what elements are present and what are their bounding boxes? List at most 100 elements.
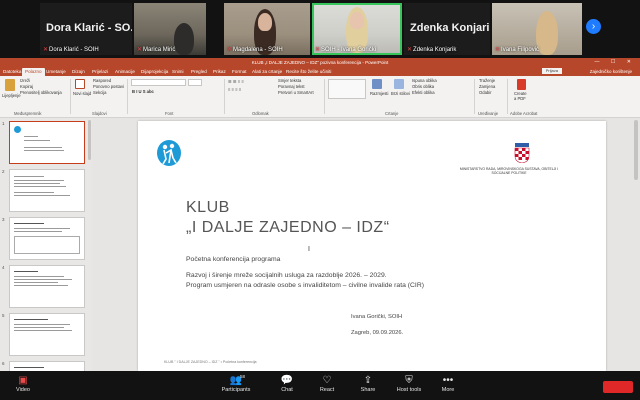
smartart-button[interactable]: Pretvori u SmartArt xyxy=(278,90,314,95)
shape-fill-button[interactable]: Ispuna oblika xyxy=(412,78,437,83)
sign-in-button[interactable]: Prijava xyxy=(541,68,562,74)
arrange-icon[interactable] xyxy=(372,79,382,89)
menu-prikaz[interactable]: Prikaz xyxy=(213,68,226,76)
share-button[interactable]: Zajedničko korištenje xyxy=(590,68,632,76)
menu-animacije[interactable]: Animacije xyxy=(115,68,135,76)
leave-button[interactable] xyxy=(603,381,633,393)
slide-thumbnail-5[interactable] xyxy=(9,313,85,356)
font-size-select[interactable] xyxy=(188,79,202,86)
slide-title-line1: KLUB xyxy=(186,199,230,216)
thumb-number: 6 xyxy=(2,361,5,366)
slide-thumbnail-2[interactable] xyxy=(9,169,85,212)
group-label-paragraph: Odlomak xyxy=(252,111,269,116)
thumb-number: 2 xyxy=(2,169,5,174)
club-logo-icon xyxy=(157,140,181,166)
participant-caption: ✕Zdenka Konjarik xyxy=(407,47,457,53)
menu-umetanje[interactable]: Umetanje xyxy=(46,68,66,76)
more-button[interactable]: ••• More xyxy=(425,374,471,398)
shape-effects-button[interactable]: Efekti oblika xyxy=(412,90,435,95)
menu-prijelazi[interactable]: Prijelazi xyxy=(92,68,108,76)
section-button[interactable]: Sekcija xyxy=(93,90,107,95)
participant-caption: ✕Dora Klarić - SOIH xyxy=(43,47,99,53)
shapes-gallery[interactable] xyxy=(328,79,366,99)
menu-dijaprojekcija[interactable]: Dijaprojekcija xyxy=(141,68,168,76)
participant-display-name: Zdenka Konjarik xyxy=(410,22,490,34)
thumb-number: 1 xyxy=(2,121,5,126)
font-family-select[interactable] xyxy=(131,79,186,86)
menu-snimi[interactable]: Snimi xyxy=(172,68,184,76)
participant-tile-dora[interactable]: Dora Klarić - SO... ✕Dora Klarić - SOIH xyxy=(40,3,132,55)
cut-button[interactable]: Izreži xyxy=(20,78,30,83)
mic-muted-icon: ✕ xyxy=(315,47,321,53)
participant-tile-filipovic[interactable]: ✕Ivana Filipović xyxy=(492,3,582,55)
slide-thumbnail-3[interactable] xyxy=(9,217,85,260)
participants-icon: 👥 xyxy=(229,375,243,386)
ribbon-separator xyxy=(224,79,225,114)
menu-format[interactable]: Format xyxy=(232,68,247,76)
coat-of-arms-icon xyxy=(514,143,530,163)
reset-button[interactable]: Ponovno postavi xyxy=(93,84,124,89)
align-text-button[interactable]: Poravnaj tekst xyxy=(278,84,305,89)
slide-thumbnail-4[interactable] xyxy=(9,265,85,308)
create-pdf-label-2[interactable]: a PDF xyxy=(514,96,526,101)
window-controls[interactable]: — ☐ ✕ xyxy=(595,58,636,67)
participant-strip: Dora Klarić - SO... ✕Dora Klarić - SOIH … xyxy=(0,0,640,58)
participant-tile-marica[interactable]: ✕Marica Mirić xyxy=(134,3,206,55)
new-slide-button[interactable]: Novi slajd xyxy=(73,91,91,96)
find-button[interactable]: Traženje xyxy=(479,78,495,83)
menu-tell-me[interactable]: Recite što želite učiniti xyxy=(286,68,331,76)
slide-date: Zagreb, 09.09.2026. xyxy=(351,330,404,336)
bullets-buttons[interactable]: ☰ ☰ ≡ ≡ xyxy=(228,79,244,84)
group-label-drawing: Crtanje xyxy=(385,111,399,116)
current-slide[interactable]: MINISTARSTVO RADA, MIROVINSKOGA SUSTAVA,… xyxy=(138,121,606,371)
ribbon-separator xyxy=(324,79,325,114)
window-title: KLUB „I DALJE ZAJEDNO – IDZ" pozivna kon… xyxy=(251,60,389,65)
more-icon: ••• xyxy=(442,375,454,386)
share-icon: ⇪ xyxy=(363,375,373,386)
select-button[interactable]: Odabir xyxy=(479,90,492,95)
align-buttons[interactable]: ≡ ≡ ≡ ≡ xyxy=(228,87,241,92)
slide-thumbnail-1[interactable] xyxy=(9,121,85,164)
menu-polazno[interactable]: Polazno xyxy=(22,68,45,76)
paste-icon[interactable] xyxy=(5,79,15,91)
video-label: Video xyxy=(16,387,30,393)
quick-styles-button[interactable]: Brzi stilovi xyxy=(391,91,410,96)
shape-outline-button[interactable]: Obris oblika xyxy=(412,84,434,89)
menu-pregled[interactable]: Pregled xyxy=(191,68,207,76)
share-label: Share xyxy=(360,387,376,393)
participants-count: 58 xyxy=(240,374,246,379)
participant-caption: ✕Magdalena - SOIH xyxy=(227,47,283,53)
participant-tile-magdalena[interactable]: ✕Magdalena - SOIH xyxy=(224,3,310,55)
menu-alati-za-crtanje[interactable]: Alati za crtanje xyxy=(252,68,282,76)
share-screen-button[interactable]: ⇪ Share xyxy=(345,374,391,398)
slide-thumbnail-6[interactable] xyxy=(9,361,85,371)
font-style-buttons[interactable]: B I U S abc xyxy=(132,89,154,94)
replace-button[interactable]: Zamjena xyxy=(479,84,495,89)
chevron-right-icon[interactable]: › xyxy=(586,19,601,34)
mic-muted-icon: ✕ xyxy=(137,47,143,53)
paste-button[interactable]: Lijepljenje xyxy=(2,93,21,98)
participants-button[interactable]: 👥 58 Participants xyxy=(213,374,259,398)
menu-dizajn[interactable]: Dizajn xyxy=(72,68,85,76)
copy-button[interactable]: Kopiraj xyxy=(20,84,33,89)
quick-styles-icon[interactable] xyxy=(394,79,404,89)
participant-tile-zdenka[interactable]: Zdenka Konjarik ✕Zdenka Konjarik xyxy=(404,3,490,55)
group-label-font: Font xyxy=(165,111,174,116)
new-slide-icon[interactable] xyxy=(75,79,85,89)
react-button[interactable]: ♡ React xyxy=(304,374,350,398)
text-direction-button[interactable]: Smjer teksta xyxy=(278,78,301,83)
layout-button[interactable]: Raspored xyxy=(93,78,111,83)
ribbon-separator xyxy=(507,79,508,114)
thumbnails-scrollbar[interactable] xyxy=(88,120,91,160)
slide-scrollbar[interactable] xyxy=(634,120,638,180)
arrange-button[interactable]: Razmjesti xyxy=(370,91,388,96)
video-button[interactable]: ▣ Video xyxy=(0,374,46,398)
group-label-clipboard: Međuspremnik xyxy=(14,111,42,116)
pdf-icon[interactable] xyxy=(517,79,526,90)
format-painter-button[interactable]: Prenositelj oblikovanja xyxy=(20,90,62,95)
slide-thumbnails-panel: 1 2 3 4 5 6 xyxy=(0,118,92,371)
menu-datoteka[interactable]: Datoteka xyxy=(3,68,21,76)
participant-tile-ivana[interactable]: ✕SOIH - Ivana Gorički xyxy=(312,3,402,55)
thumb-number: 3 xyxy=(2,217,5,222)
slide-footer: KLUB " I DALJE ZAJEDNO – IDZ " • Početna… xyxy=(164,360,257,364)
